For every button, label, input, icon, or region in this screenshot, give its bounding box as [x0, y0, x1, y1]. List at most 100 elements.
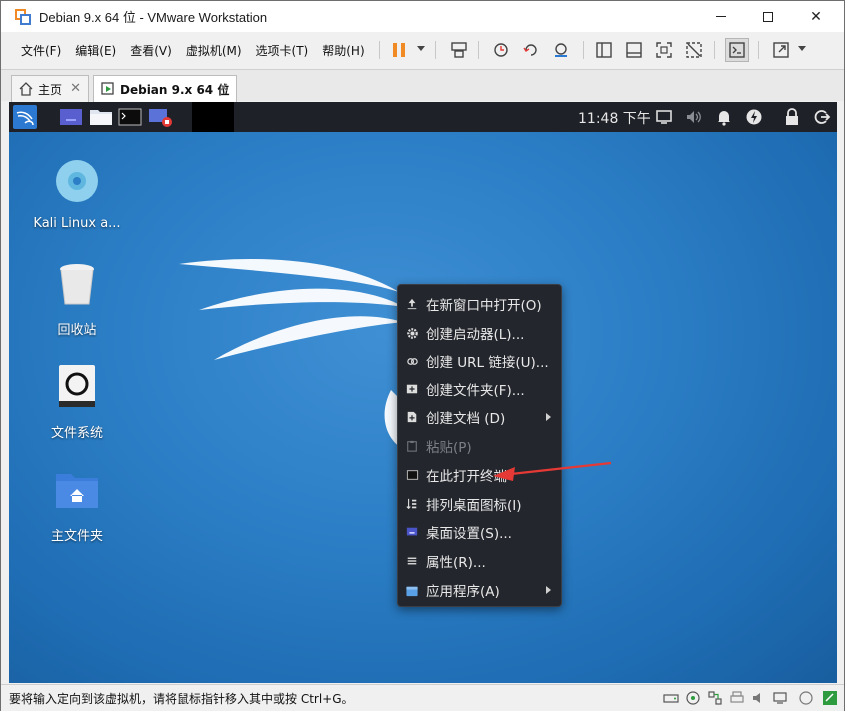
show-library-button[interactable]: [592, 38, 616, 62]
show-desktop-icon[interactable]: [59, 106, 83, 128]
menu-item-label: 创建 URL 链接(U)...: [426, 355, 549, 371]
kali-menu-button[interactable]: [13, 105, 37, 129]
menu-item-label: 属性(R)...: [426, 555, 486, 571]
submenu-arrow-icon: [546, 586, 551, 594]
pause-icon: [393, 43, 405, 57]
menu-item-create-url-link[interactable]: 创建 URL 链接(U)...: [398, 347, 561, 375]
full-screen-button[interactable]: [652, 38, 676, 62]
maximize-icon: [763, 11, 773, 22]
network-adapter-icon[interactable]: [707, 690, 723, 706]
vmware-logo-icon: [15, 8, 31, 25]
vm-console[interactable]: 11:48 下午 Kali Linux a... 回收站 文件系统 主文件夹 在…: [9, 102, 837, 683]
terminal-launcher-icon[interactable]: [118, 106, 142, 128]
submenu-arrow-icon: [546, 413, 551, 421]
menu-item-open-new-window[interactable]: 在新窗口中打开(O): [398, 290, 561, 318]
close-icon: ✕: [810, 8, 822, 25]
stretch-guest-button[interactable]: [769, 38, 793, 62]
menu-view[interactable]: 查看(V): [127, 39, 175, 62]
toolbar-separator: [583, 41, 584, 59]
volume-icon[interactable]: [685, 108, 703, 126]
menu-item-label: 创建文档 (D): [426, 411, 506, 427]
tab-close-icon[interactable]: ✕: [70, 81, 81, 96]
properties-icon: [407, 557, 417, 565]
menu-vm[interactable]: 虚拟机(M): [183, 39, 245, 62]
menu-item-arrange-icons[interactable]: 排列桌面图标(I): [398, 490, 561, 518]
pause-button[interactable]: [387, 38, 411, 62]
desktop-settings-icon: [406, 527, 418, 536]
printer-icon[interactable]: [729, 690, 745, 706]
revert-snapshot-icon: [523, 44, 537, 56]
stretch-dropdown-icon[interactable]: [798, 46, 806, 51]
console-view-button[interactable]: [725, 38, 749, 62]
desktop-icon-filesystem[interactable]: 文件系统: [27, 363, 127, 441]
vm-messages-icon[interactable]: [822, 690, 838, 706]
power-manager-icon[interactable]: [745, 108, 763, 126]
stretch-icon: [773, 42, 789, 58]
paste-icon: [407, 440, 417, 452]
revert-snapshot-button[interactable]: [519, 38, 543, 62]
display-settings-icon[interactable]: [772, 690, 788, 706]
snapshot-manager-icon: [555, 43, 567, 57]
screen-recorder-icon[interactable]: [148, 106, 172, 128]
tab-debian-vm[interactable]: Debian 9.x 64 位 ✕: [93, 75, 237, 102]
vmware-window: Debian 9.x 64 位 - VMware Workstation ✕ 文…: [0, 0, 845, 711]
take-snapshot-button[interactable]: [489, 38, 513, 62]
home-folder-icon: [56, 474, 98, 508]
menu-item-applications[interactable]: 应用程序(A): [398, 576, 561, 604]
logout-icon[interactable]: [813, 108, 831, 126]
file-manager-icon[interactable]: [89, 106, 113, 128]
status-circle-icon[interactable]: [798, 690, 814, 706]
status-text: 要将输入定向到该虚拟机，请将鼠标指针移入其中或按 Ctrl+G。: [9, 692, 354, 706]
menu-edit[interactable]: 编辑(E): [72, 39, 119, 62]
minimize-button[interactable]: [698, 1, 744, 32]
bell-icon[interactable]: [715, 108, 733, 126]
hard-disk-icon[interactable]: [663, 690, 679, 706]
desktop-icon-label: 主文件夹: [50, 529, 103, 544]
menu-item-label: 在新窗口中打开(O): [426, 298, 542, 314]
menu-item-properties[interactable]: 属性(R)...: [398, 547, 561, 575]
close-button[interactable]: ✕: [793, 1, 839, 32]
toolbar-separator: [379, 41, 380, 59]
menu-item-paste: 粘贴(P): [398, 432, 561, 460]
maximize-button[interactable]: [745, 1, 791, 32]
display-icon[interactable]: [655, 108, 673, 126]
minimize-icon: [716, 16, 726, 17]
desktop-icon-label: 回收站: [57, 323, 97, 338]
menu-item-create-launcher[interactable]: 创建启动器(L)...: [398, 319, 561, 347]
tab-home[interactable]: 主页 ✕: [11, 75, 89, 102]
menu-item-create-document[interactable]: 创建文档 (D): [398, 403, 561, 431]
menu-item-create-folder[interactable]: 创建文件夹(F)...: [398, 375, 561, 403]
menu-item-label: 排列桌面图标(I): [426, 498, 522, 514]
open-icon: [407, 298, 417, 310]
thumbnail-icon: [626, 42, 642, 58]
menu-help[interactable]: 帮助(H): [319, 39, 367, 62]
kali-top-panel: 11:48 下午: [9, 102, 837, 132]
send-ctrl-alt-del-button[interactable]: [447, 38, 471, 62]
console-icon: [729, 42, 745, 58]
desktop-icon-trash[interactable]: 回收站: [27, 260, 127, 338]
snapshot-icon: [494, 43, 508, 57]
snapshot-manager-button[interactable]: [549, 38, 573, 62]
panel-clock[interactable]: 11:48 下午: [578, 108, 651, 128]
desktop-icon-home-folder[interactable]: 主文件夹: [27, 466, 127, 544]
sound-card-icon[interactable]: [751, 690, 767, 706]
window-title: Debian 9.x 64 位 - VMware Workstation: [39, 10, 268, 25]
fullscreen-icon: [656, 42, 672, 58]
kali-dragon-icon: [16, 111, 34, 126]
cd-dvd-icon[interactable]: [685, 690, 701, 706]
tab-close-icon[interactable]: ✕: [218, 81, 229, 96]
toolbar-separator: [435, 41, 436, 59]
panel-window-button[interactable]: [192, 102, 234, 132]
lock-icon[interactable]: [783, 108, 801, 126]
menu-item-label: 创建启动器(L)...: [426, 327, 525, 343]
menu-tabs[interactable]: 选项卡(T): [253, 39, 312, 62]
toolbar-separator: [478, 41, 479, 59]
unity-button[interactable]: [682, 38, 706, 62]
pause-dropdown-icon[interactable]: [417, 46, 425, 51]
menu-item-desktop-settings[interactable]: 桌面设置(S)...: [398, 518, 561, 546]
new-folder-icon: [406, 384, 418, 394]
desktop-icon-kali-disc[interactable]: Kali Linux a...: [27, 157, 127, 231]
show-thumbnail-button[interactable]: [622, 38, 646, 62]
menu-file[interactable]: 文件(F): [18, 39, 64, 62]
sidebar-icon: [596, 42, 612, 58]
